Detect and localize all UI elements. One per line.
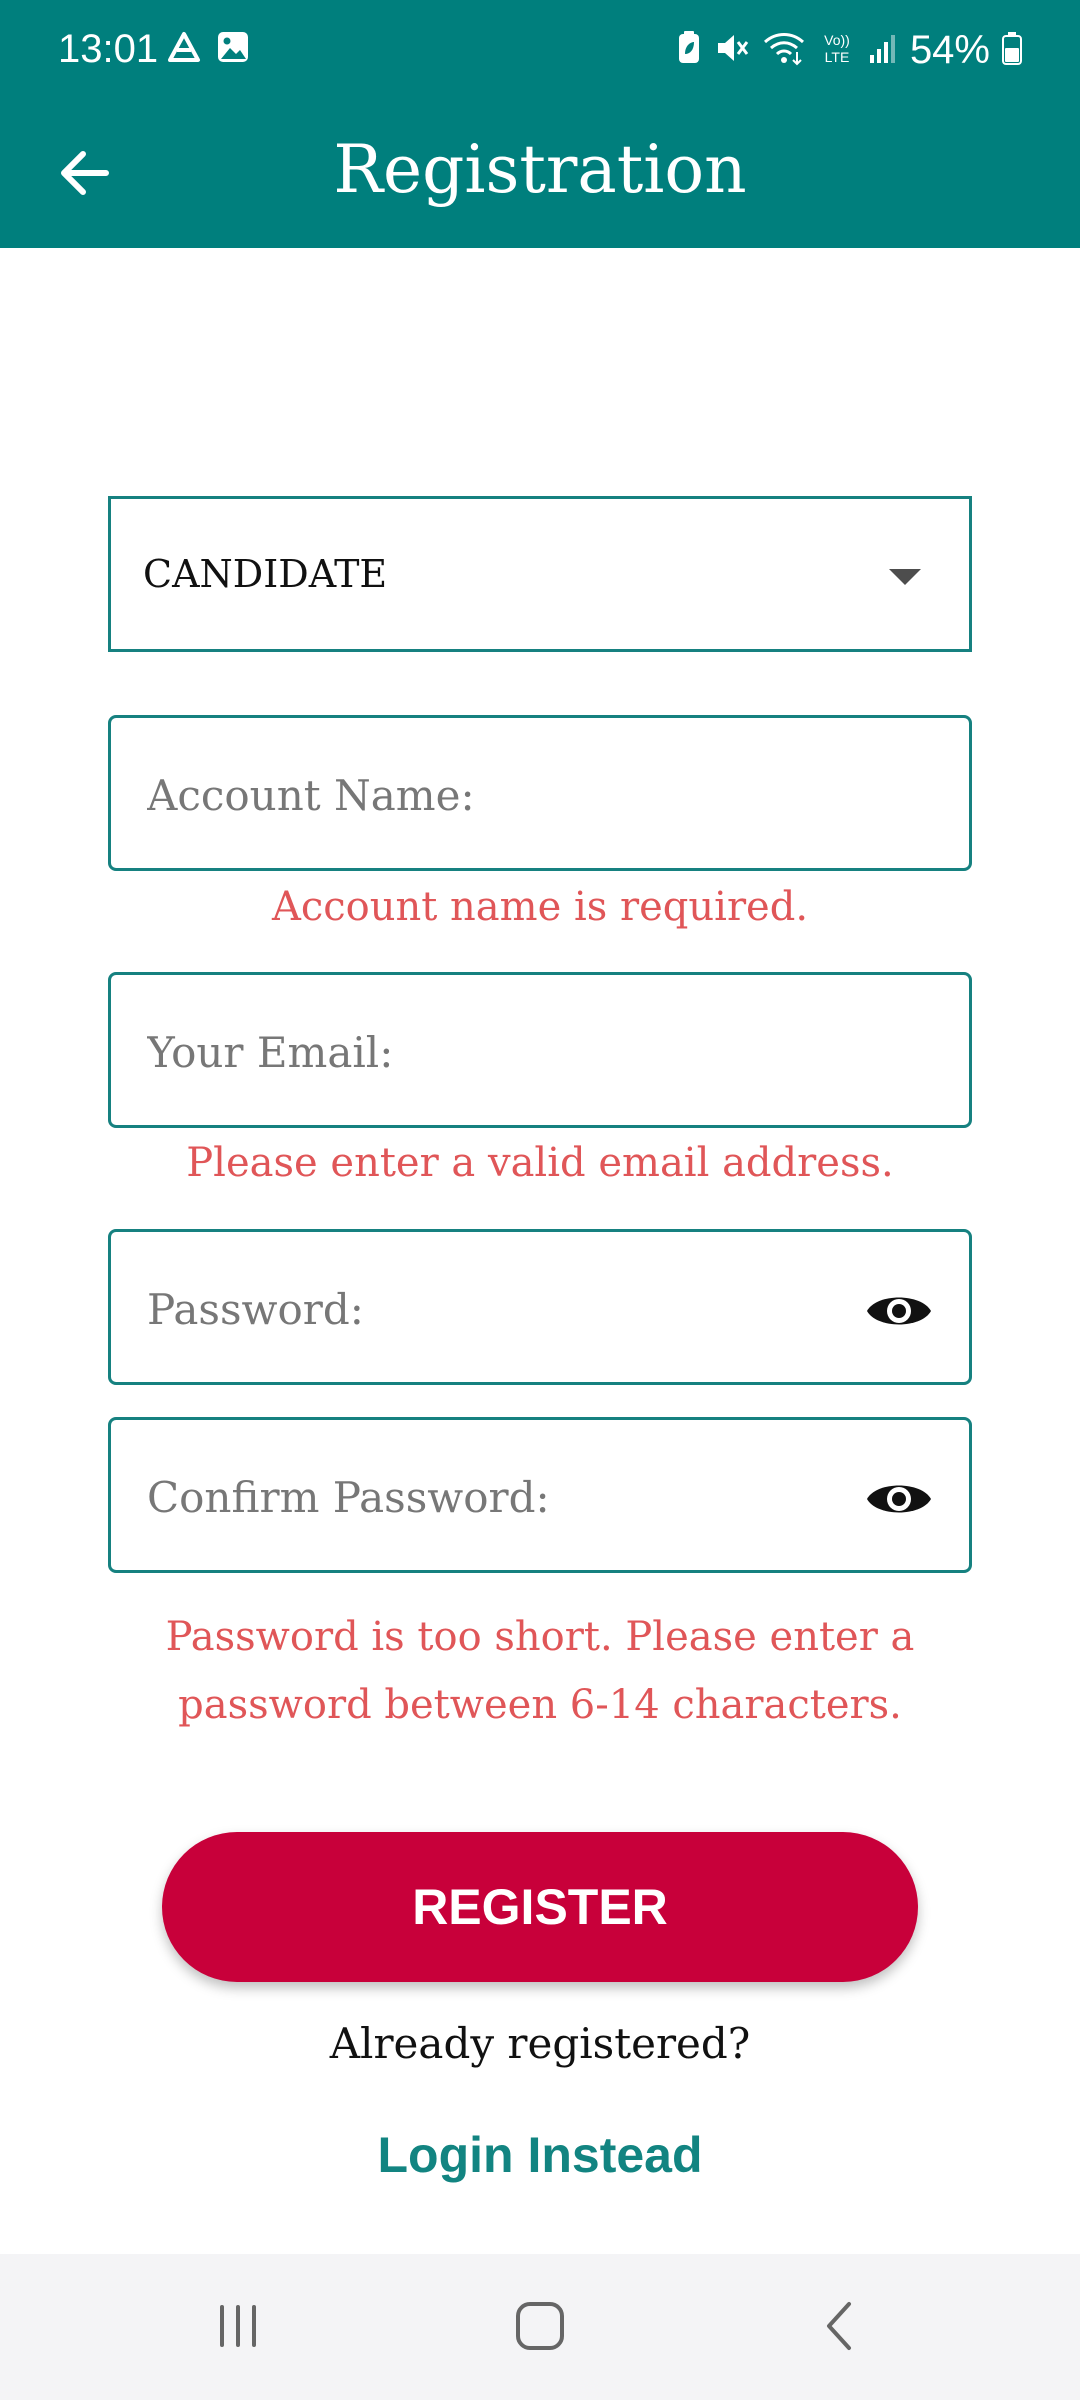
email-field[interactable] bbox=[108, 972, 972, 1128]
account-type-value: CANDIDATE bbox=[143, 552, 388, 596]
email-input[interactable] bbox=[147, 1017, 867, 1087]
battery-saver-icon bbox=[676, 30, 702, 70]
wifi-icon bbox=[762, 30, 806, 70]
account-name-field[interactable] bbox=[108, 715, 972, 871]
svg-text:Vo)): Vo)) bbox=[824, 32, 850, 48]
password-error-line-2: password between 6-14 characters. bbox=[178, 1682, 902, 1728]
account-type-select[interactable]: CANDIDATE bbox=[108, 496, 972, 652]
battery-icon bbox=[1002, 31, 1022, 69]
home-icon bbox=[516, 2302, 564, 2350]
account-name-error: Account name is required. bbox=[271, 884, 809, 930]
eye-icon[interactable] bbox=[863, 1275, 935, 1347]
mute-icon bbox=[714, 30, 750, 70]
app-bar: Registration bbox=[0, 98, 1080, 248]
register-button[interactable]: REGISTER bbox=[162, 1832, 918, 1982]
system-back-button[interactable] bbox=[797, 2288, 887, 2364]
status-left-icons bbox=[166, 30, 250, 70]
dropdown-caret-icon bbox=[889, 569, 921, 585]
volte-icon: Vo)) LTE bbox=[818, 30, 856, 70]
login-instead-link[interactable]: Login Instead bbox=[290, 2118, 790, 2192]
drive-icon bbox=[166, 30, 202, 70]
confirm-password-input[interactable] bbox=[147, 1462, 867, 1532]
signal-icon bbox=[868, 31, 898, 69]
password-field[interactable] bbox=[108, 1229, 972, 1385]
status-bar: 13:01 Vo)) LTE 54% bbox=[0, 0, 1080, 98]
system-nav-bar bbox=[0, 2254, 1080, 2400]
page-title: Registration bbox=[333, 131, 747, 208]
recent-apps-icon bbox=[220, 2305, 256, 2347]
already-registered-text: Already registered? bbox=[329, 2019, 751, 2068]
email-error: Please enter a valid email address. bbox=[186, 1140, 894, 1186]
battery-percent: 54% bbox=[909, 28, 990, 72]
confirm-password-field[interactable] bbox=[108, 1417, 972, 1573]
status-time: 13:01 bbox=[58, 27, 159, 71]
home-button[interactable] bbox=[495, 2288, 585, 2364]
account-name-input[interactable] bbox=[147, 760, 867, 830]
back-icon bbox=[827, 2302, 851, 2350]
password-error-line-1: Password is too short. Please enter a bbox=[165, 1614, 915, 1660]
image-icon bbox=[216, 30, 250, 70]
password-input[interactable] bbox=[147, 1274, 867, 1344]
svg-text:LTE: LTE bbox=[825, 49, 850, 65]
recent-apps-button[interactable] bbox=[193, 2288, 283, 2364]
status-right-icons: Vo)) LTE 54% bbox=[676, 26, 1022, 74]
eye-icon[interactable] bbox=[863, 1463, 935, 1535]
